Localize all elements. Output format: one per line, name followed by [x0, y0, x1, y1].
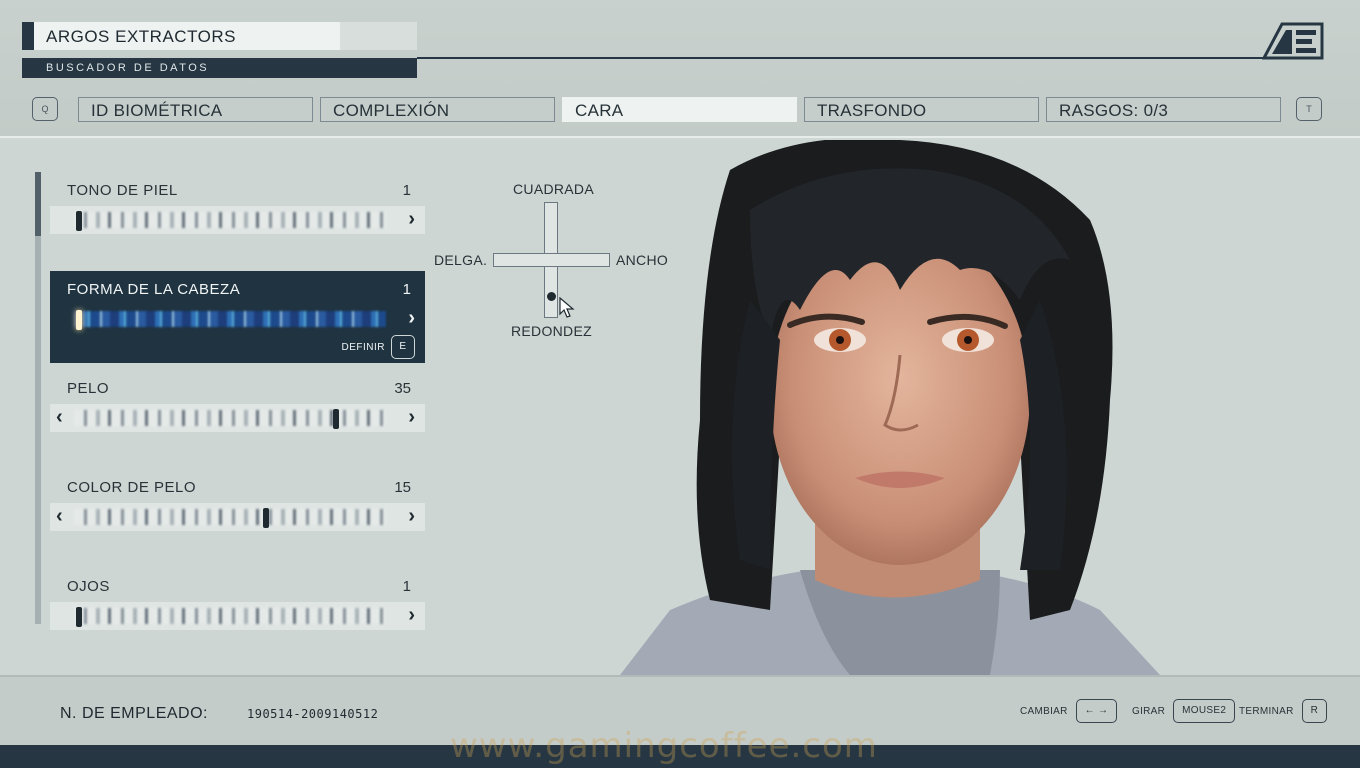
r-key[interactable]: R	[1301, 699, 1328, 723]
slider-handle[interactable]	[333, 409, 339, 429]
slider-value: 1	[402, 182, 411, 199]
slider-track[interactable]	[74, 608, 386, 624]
employee-label: N. DE EMPLEADO:	[60, 705, 208, 722]
slider-hair-color[interactable]: COLOR DE PELO 15 ‹ ›	[50, 469, 425, 561]
mouse-cursor-icon	[559, 297, 575, 318]
shape-pad-handle[interactable]	[547, 292, 556, 301]
employee-number: 190514-2009140512	[247, 707, 379, 721]
mouse2-key[interactable]: MOUSE2	[1173, 699, 1236, 723]
page-title: ARGOS EXTRACTORS	[46, 27, 236, 46]
tab-rasgos[interactable]: RASGOS: 0/3	[1046, 97, 1281, 122]
slider-track[interactable]	[74, 410, 386, 426]
control-girar: GIRAR MOUSE2	[1132, 699, 1236, 723]
ae-logo-icon	[1262, 22, 1324, 60]
tab-complexion[interactable]: COMPLEXIÓN	[320, 97, 555, 122]
chevron-left-icon[interactable]: ‹	[56, 505, 63, 528]
watermark: www.gamingcoffee.com	[450, 726, 878, 766]
slider-skin-tone[interactable]: TONO DE PIEL 1 ›	[50, 172, 425, 264]
pad-label-left: DELGA.	[434, 252, 488, 268]
pad-label-top: CUADRADA	[513, 181, 594, 197]
slider-label: TONO DE PIEL	[67, 182, 178, 199]
chevron-right-icon[interactable]: ›	[408, 505, 415, 528]
slider-head-shape[interactable]: FORMA DE LA CABEZA 1 › DEFINIR E	[50, 271, 425, 363]
chevron-right-icon[interactable]: ›	[408, 208, 415, 231]
scrollbar-thumb[interactable]	[35, 172, 41, 236]
tab-id-biometrica[interactable]: ID BIOMÉTRICA	[78, 97, 313, 122]
chevron-right-icon[interactable]: ›	[408, 604, 415, 627]
slider-value: 15	[394, 479, 411, 496]
tab-trasfondo[interactable]: TRASFONDO	[804, 97, 1039, 122]
slider-value: 1	[402, 578, 411, 595]
slider-label: COLOR DE PELO	[67, 479, 197, 496]
slider-track[interactable]	[74, 212, 386, 228]
slider-track[interactable]	[74, 509, 386, 525]
header-divider	[417, 57, 1322, 59]
control-cambiar: CAMBIAR ← →	[1020, 699, 1118, 723]
slider-label: FORMA DE LA CABEZA	[67, 281, 241, 298]
header: ARGOS EXTRACTORS BUSCADOR DE DATOS Q ID …	[0, 0, 1360, 138]
character-portrait[interactable]	[600, 140, 1160, 675]
chevron-left-icon[interactable]: ‹	[56, 406, 63, 429]
slider-value: 35	[394, 380, 411, 397]
define-key[interactable]: E	[391, 335, 415, 359]
slider-handle[interactable]	[76, 310, 82, 330]
scrollbar[interactable]	[35, 172, 41, 624]
chevron-right-icon[interactable]: ›	[408, 406, 415, 429]
tab-cara[interactable]: CARA	[562, 97, 797, 122]
pad-label-bottom: REDONDEZ	[511, 323, 592, 339]
slider-eyes[interactable]: OJOS 1 ›	[50, 568, 425, 660]
chevron-right-icon[interactable]: ›	[408, 307, 415, 330]
slider-handle[interactable]	[76, 211, 82, 231]
slider-track[interactable]	[74, 311, 386, 327]
slider-label: PELO	[67, 380, 110, 397]
title-bar: ARGOS EXTRACTORS	[22, 22, 417, 50]
slider-hair[interactable]: PELO 35 ‹ ›	[50, 370, 425, 462]
slider-value: 1	[402, 281, 411, 298]
next-tab-key[interactable]: T	[1296, 97, 1322, 121]
page-subtitle: BUSCADOR DE DATOS	[22, 58, 417, 78]
slider-handle[interactable]	[76, 607, 82, 627]
control-terminar: TERMINAR R	[1239, 699, 1328, 723]
slider-handle[interactable]	[263, 508, 269, 528]
prev-tab-key[interactable]: Q	[32, 97, 58, 121]
arrows-key[interactable]: ← →	[1075, 699, 1118, 723]
define-button[interactable]: DEFINIR E	[341, 335, 415, 359]
define-label: DEFINIR	[341, 341, 385, 353]
slider-label: OJOS	[67, 578, 110, 595]
